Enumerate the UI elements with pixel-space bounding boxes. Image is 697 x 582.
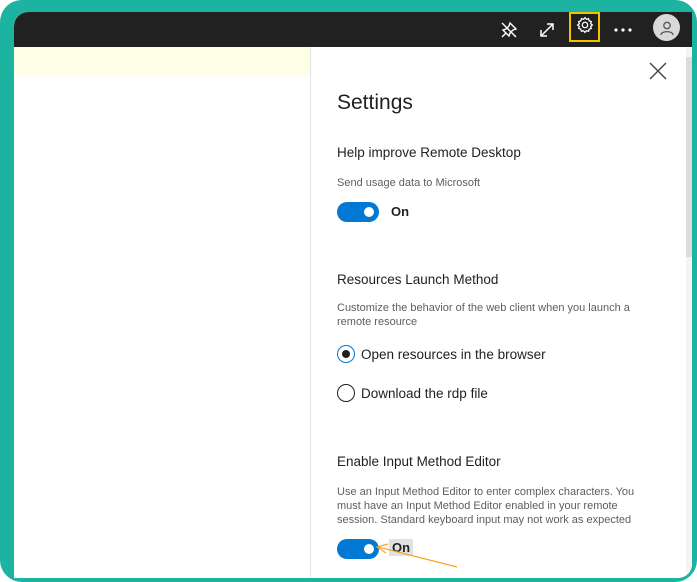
workspace-area <box>14 75 310 578</box>
telemetry-toggle[interactable] <box>337 202 379 222</box>
radio-download-rdp[interactable]: Download the rdp file <box>337 383 488 403</box>
ime-toggle[interactable] <box>337 539 379 559</box>
launch-heading: Resources Launch Method <box>337 272 499 287</box>
scrollbar-thumb[interactable] <box>686 57 692 257</box>
radio-label: Open resources in the browser <box>361 346 546 362</box>
more-icon[interactable] <box>608 12 638 47</box>
telemetry-toggle-label: On <box>391 204 410 219</box>
page-title: Settings <box>337 91 413 114</box>
avatar[interactable] <box>653 14 680 41</box>
close-icon[interactable] <box>648 61 668 81</box>
radio-button[interactable] <box>337 345 355 363</box>
expand-icon[interactable] <box>532 12 562 47</box>
pin-icon[interactable] <box>494 12 524 47</box>
user-icon <box>659 21 674 35</box>
toggle-knob <box>364 207 374 217</box>
radio-button[interactable] <box>337 384 355 402</box>
radio-label: Download the rdp file <box>361 385 488 401</box>
toggle-knob <box>364 544 374 554</box>
top-toolbar <box>14 12 692 47</box>
settings-button[interactable] <box>569 12 600 42</box>
notification-strip <box>14 47 310 75</box>
ime-toggle-label: On <box>389 539 414 556</box>
radio-open-in-browser[interactable]: Open resources in the browser <box>337 344 546 364</box>
telemetry-heading: Help improve Remote Desktop <box>337 145 521 160</box>
launch-description: Customize the behavior of the web client… <box>337 302 630 328</box>
gear-icon <box>576 16 594 38</box>
ime-heading: Enable Input Method Editor <box>337 454 501 469</box>
app-window: Settings Help improve Remote Desktop Sen… <box>14 12 692 578</box>
telemetry-description: Send usage data to Microsoft <box>337 177 481 189</box>
ime-description: Use an Input Method Editor to enter comp… <box>337 486 635 526</box>
settings-panel: Settings Help improve Remote Desktop Sen… <box>311 47 692 578</box>
